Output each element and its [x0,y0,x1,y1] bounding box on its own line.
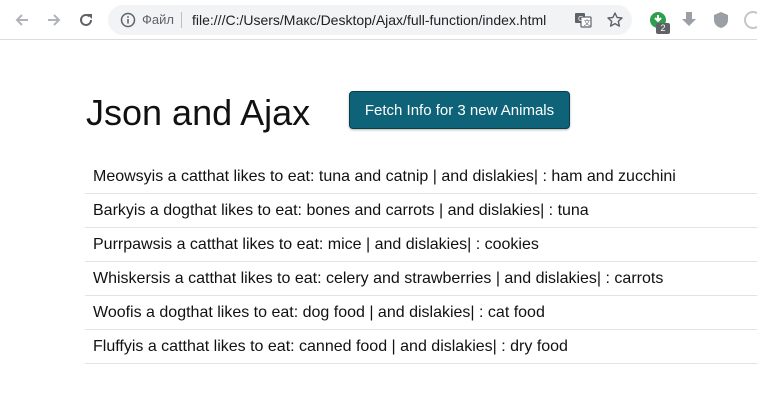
animal-list-item: Meowsyis a catthat likes to eat: tuna an… [85,160,757,194]
info-icon[interactable] [120,12,136,28]
animal-list-item: Barkyis a dogthat likes to eat: bones an… [85,194,757,228]
animal-list-item: Woofis a dogthat likes to eat: dog food … [85,296,757,330]
browser-toolbar: Файл file:///C:/Users/Макс/Desktop/Ajax/… [0,0,757,40]
animal-list: Meowsyis a catthat likes to eat: tuna an… [85,160,757,364]
address-bar[interactable]: Файл file:///C:/Users/Макс/Desktop/Ajax/… [108,5,632,35]
back-arrow-icon[interactable] [10,8,34,32]
shield-icon[interactable] [711,10,731,30]
separator [181,12,182,28]
svg-text:文: 文 [584,18,591,27]
animal-list-item: Purrpawsis a catthat likes to eat: mice … [85,228,757,262]
fetch-animals-button[interactable]: Fetch Info for 3 new Animals [349,91,570,129]
profile-icon[interactable] [743,10,757,30]
extension-badge: 2 [656,23,670,34]
forward-arrow-icon[interactable] [42,8,66,32]
translate-icon[interactable]: G文 [574,11,592,29]
star-icon[interactable] [606,11,624,29]
reload-icon[interactable] [74,8,98,32]
animal-list-item: Whiskersis a catthat likes to eat: celer… [85,262,757,296]
url-text[interactable]: file:///C:/Users/Макс/Desktop/Ajax/full-… [192,12,546,28]
animal-list-item: Fluffyis a catthat likes to eat: canned … [85,330,757,364]
file-scheme-label: Файл [142,12,174,27]
page-title: Json and Ajax [86,92,311,133]
download-icon[interactable] [679,10,699,30]
